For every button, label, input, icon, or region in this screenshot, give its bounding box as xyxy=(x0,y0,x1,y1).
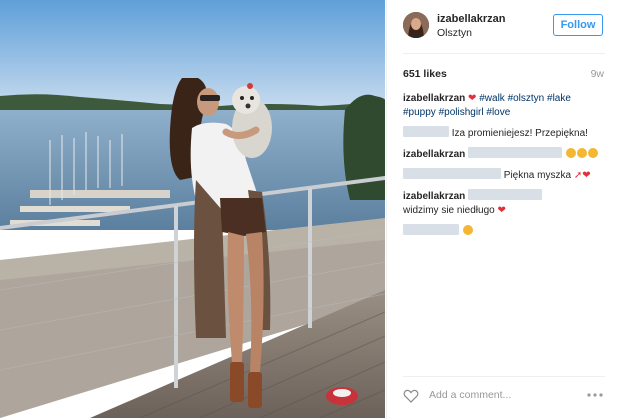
list-item: izabellakrzan widzimy sie niedługo ❤ xyxy=(403,189,609,218)
comments-list: izabellakrzan ❤ #walk #olsztyn #lake #pu… xyxy=(403,92,609,245)
blurred-username xyxy=(403,126,449,137)
photo-image xyxy=(0,0,385,418)
post-photo[interactable] xyxy=(0,0,385,418)
comment-username[interactable]: izabellakrzan xyxy=(403,191,465,202)
list-item xyxy=(403,224,609,239)
comment-username[interactable]: izabellakrzan xyxy=(403,149,465,160)
blurred-mention xyxy=(468,189,543,200)
comment-text: Iza promieniejesz! Przepiękna! xyxy=(451,128,588,139)
divider xyxy=(403,53,605,54)
comment-text: Piękna myszka xyxy=(503,170,572,181)
caption-hashtags-2[interactable]: #puppy #polishgirl #love xyxy=(403,107,510,118)
caption-username[interactable]: izabellakrzan xyxy=(403,93,465,104)
follow-button[interactable]: Follow xyxy=(553,14,603,36)
caption: izabellakrzan ❤ #walk #olsztyn #lake #pu… xyxy=(403,92,609,120)
post-username[interactable]: izabellakrzan xyxy=(437,13,505,25)
blurred-username xyxy=(403,168,501,179)
list-item: izabellakrzan xyxy=(403,147,609,162)
monkey-emoji-icon xyxy=(576,148,587,158)
divider xyxy=(403,376,605,377)
post-details-panel: izabellakrzan Olsztyn Follow 651 likes 9… xyxy=(386,0,620,418)
likes-count[interactable]: 651 likes xyxy=(403,68,447,80)
comment-text: widzimy sie niedługo xyxy=(403,205,495,216)
blurred-mention xyxy=(468,147,563,158)
caption-hashtags-1[interactable]: #walk #olsztyn #lake xyxy=(479,93,571,104)
heart-emoji-icon: ❤ xyxy=(582,170,591,181)
post-timestamp[interactable]: 9w xyxy=(591,68,604,80)
heart-icon[interactable] xyxy=(403,388,419,404)
heart-emoji-icon: ❤ xyxy=(468,93,477,104)
rocket-emoji-icon: ➚ xyxy=(573,170,583,181)
add-comment-input[interactable]: Add a comment... xyxy=(429,389,511,401)
list-item: Piękna myszka ➚❤ xyxy=(403,168,609,183)
post-location[interactable]: Olsztyn xyxy=(437,27,472,39)
heart-emoji-icon: ❤ xyxy=(497,205,506,216)
blurred-username xyxy=(403,224,459,235)
laughing-emoji-icon xyxy=(462,225,473,235)
monkey-emoji-icon xyxy=(565,148,576,158)
avatar[interactable] xyxy=(403,12,429,38)
post-header: izabellakrzan Olsztyn Follow xyxy=(387,0,620,54)
more-options-icon[interactable] xyxy=(586,392,604,398)
kiss-emoji-icon xyxy=(587,148,598,158)
list-item: Iza promieniejesz! Przepiękna! xyxy=(403,126,609,141)
